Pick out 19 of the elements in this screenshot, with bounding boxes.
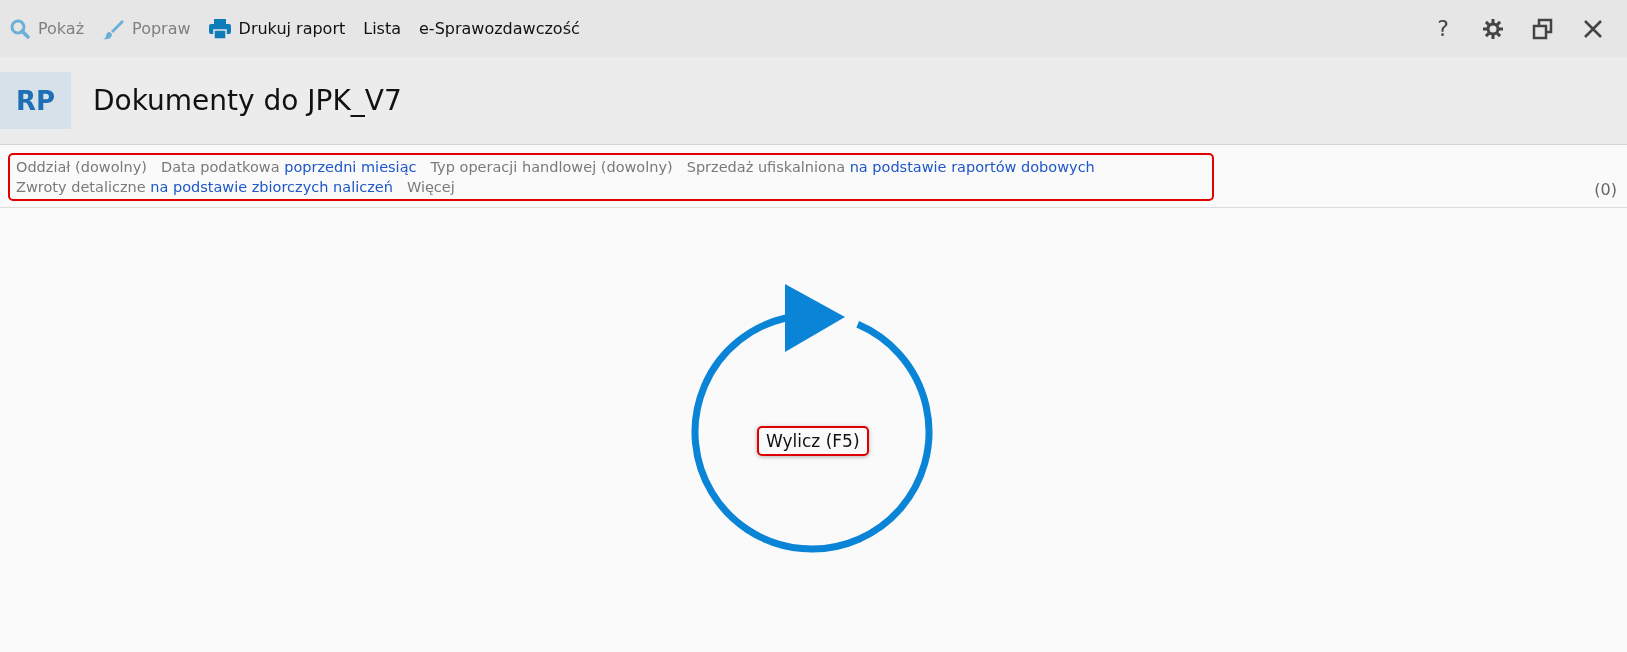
- restore-button[interactable]: [1531, 16, 1555, 41]
- settings-button[interactable]: [1481, 16, 1505, 41]
- toolbar-button[interactable]: Drukuj raport: [208, 18, 346, 39]
- printer-icon: [208, 18, 231, 39]
- filter-link[interactable]: Oddział (dowolny): [16, 159, 147, 175]
- help-button[interactable]: ?: [1431, 16, 1455, 41]
- toolbar-button[interactable]: e-Sprawozdawczość: [419, 19, 580, 38]
- record-count: (0): [1594, 180, 1617, 199]
- filter-link[interactable]: Zwroty detaliczne na podstawie zbiorczych naliczeń: [16, 179, 393, 195]
- toolbar-button[interactable]: Lista: [363, 19, 401, 38]
- filter-link[interactable]: Data podatkowa poprzedni miesiąc: [161, 159, 417, 175]
- calculate-button[interactable]: Wylicz (F5): [757, 426, 869, 456]
- filter-link[interactable]: Sprzedaż ufiskalniona na podstawie raportów dobowych: [686, 159, 1095, 175]
- brush-icon: [102, 17, 125, 40]
- filter-link[interactable]: Więcej: [406, 179, 455, 195]
- filter-link[interactable]: Typ operacji handlowej (dowolny): [430, 159, 673, 175]
- search-icon: [10, 18, 30, 39]
- module-badge: RP: [0, 72, 71, 129]
- page-title: Dokumenty do JPK_V7: [93, 84, 402, 117]
